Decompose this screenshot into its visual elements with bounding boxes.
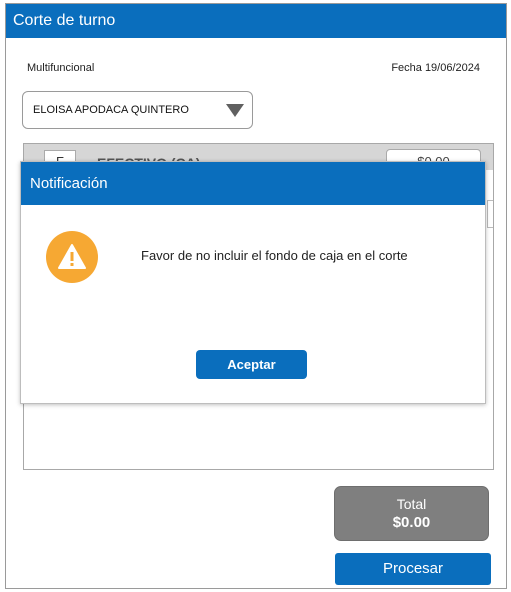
- notification-dialog: Notificación Favor de no incluir el fond…: [20, 161, 486, 404]
- store-name: Multifuncional: [27, 62, 95, 74]
- date-label: Fecha 19/06/2024: [391, 62, 480, 74]
- cashier-select-value: ELOISA APODACA QUINTERO: [33, 104, 189, 116]
- total-value: $0.00: [392, 514, 431, 531]
- process-button[interactable]: Procesar: [335, 553, 491, 585]
- warning-icon: [46, 231, 98, 283]
- dialog-message: Favor de no incluir el fondo de caja en …: [141, 248, 408, 263]
- accept-button[interactable]: Aceptar: [196, 350, 307, 379]
- table-row-edge: [487, 200, 493, 228]
- total-display: Total $0.00: [334, 486, 489, 541]
- dialog-title: Notificación: [21, 162, 485, 205]
- window-title: Corte de turno: [6, 4, 506, 38]
- total-label: Total: [396, 496, 427, 512]
- cashier-select[interactable]: ELOISA APODACA QUINTERO: [22, 91, 253, 129]
- triangle-down-icon[interactable]: [226, 104, 244, 117]
